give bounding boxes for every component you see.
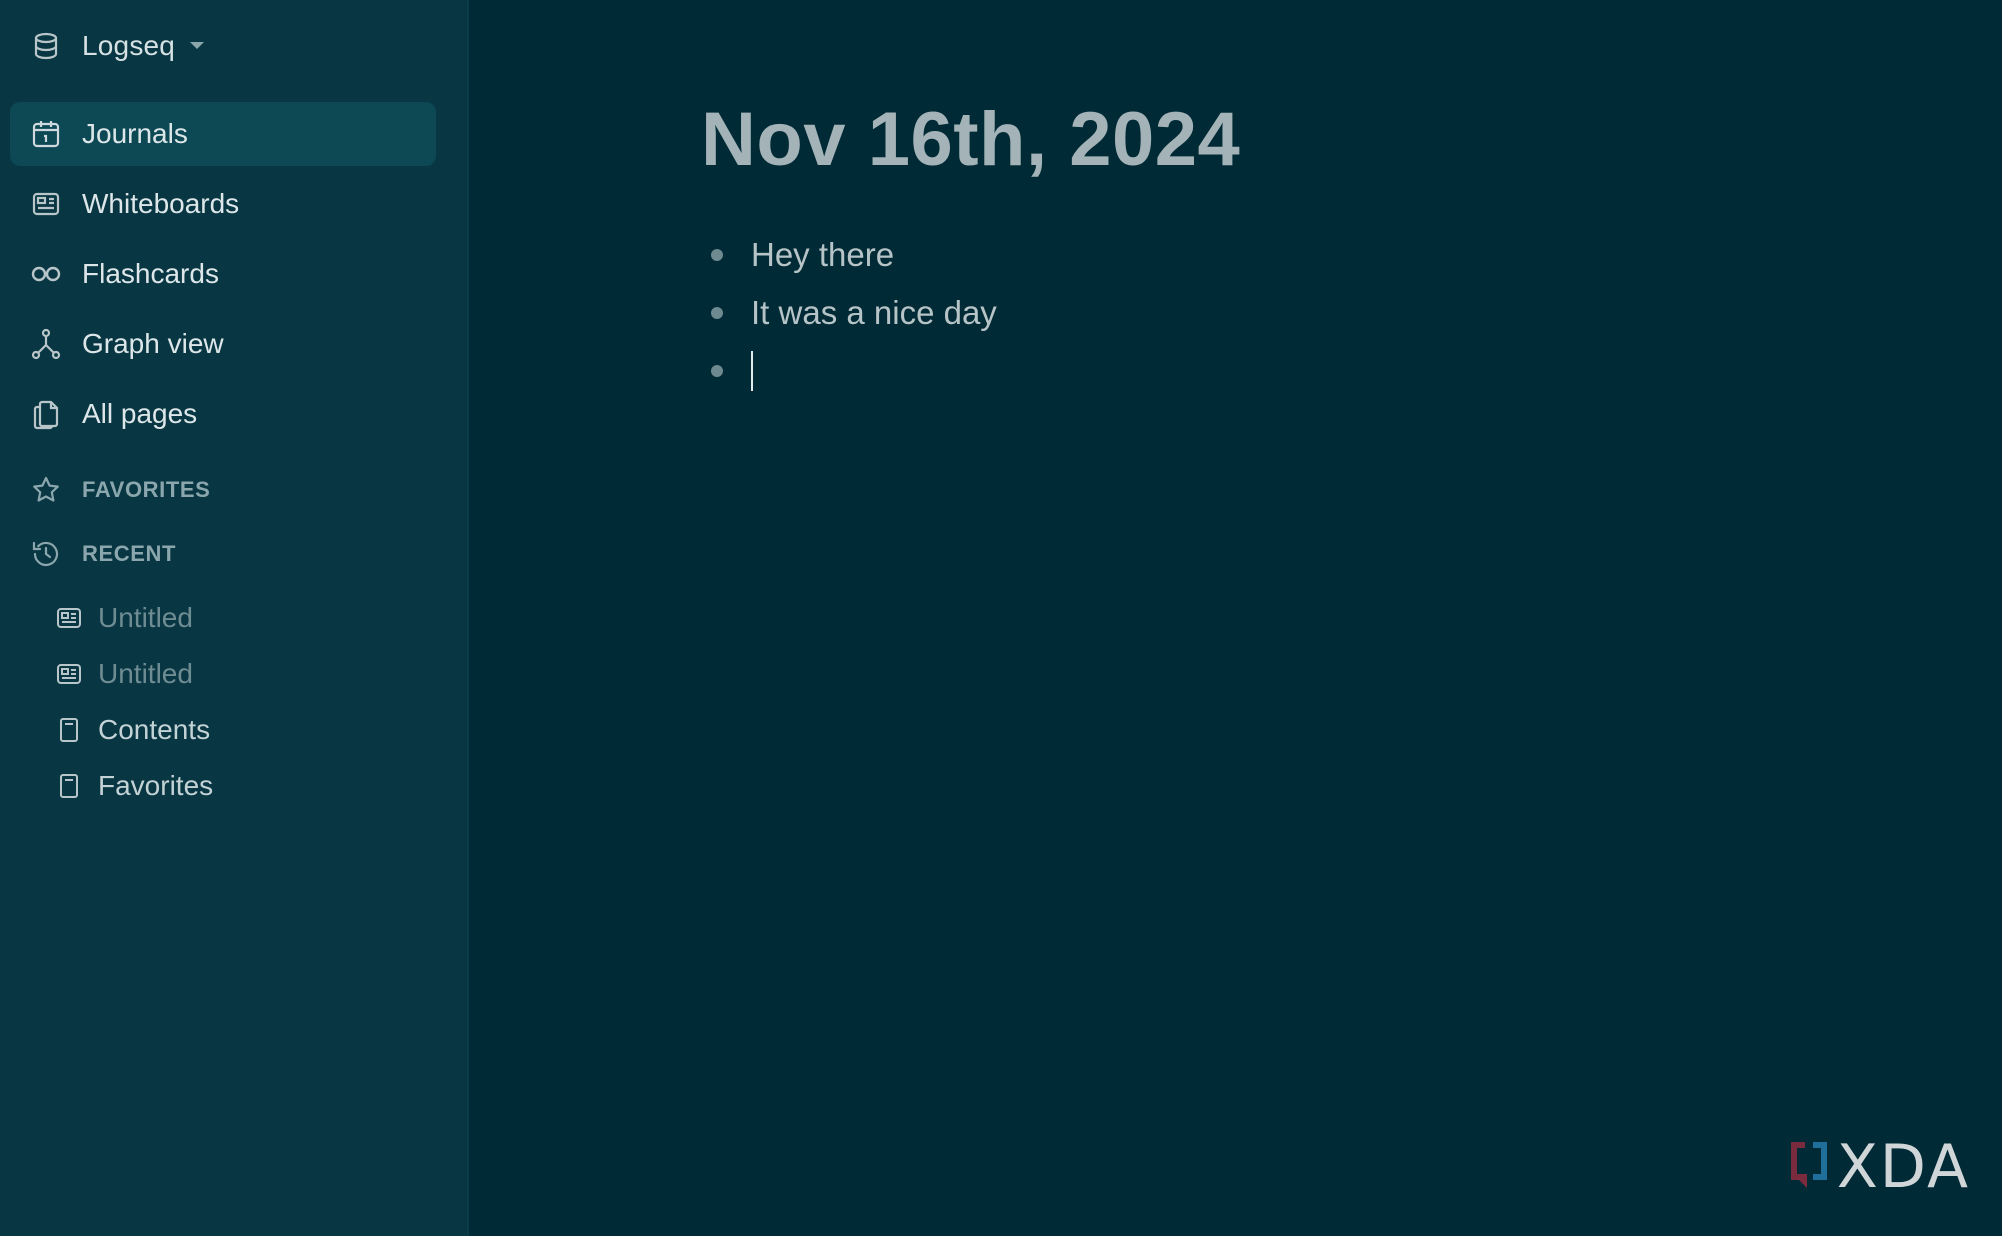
calendar-icon — [28, 116, 64, 152]
sidebar-item-label: Graph view — [82, 328, 224, 359]
block-editing[interactable] — [711, 342, 997, 400]
history-icon — [28, 536, 64, 572]
block-bullet[interactable] — [711, 249, 723, 261]
sidebar-item-journals[interactable]: Journals — [10, 102, 436, 166]
sidebar-item-label: Journals — [82, 118, 188, 149]
page-icon — [54, 715, 84, 745]
whiteboard-icon — [54, 659, 84, 689]
sidebar-nav: Journals Whiteboards Flashcards Graph vi… — [10, 102, 436, 452]
recent-item-label: Contents — [98, 714, 211, 745]
graph-name: Logseq — [82, 30, 176, 61]
star-icon — [28, 472, 64, 508]
block-bullet[interactable] — [711, 307, 723, 319]
xda-logo-icon — [1787, 1136, 1831, 1199]
recent-item-label: Untitled — [98, 602, 193, 633]
block[interactable]: Hey there — [711, 226, 997, 284]
recent-item-label: Untitled — [98, 658, 193, 689]
sidebar-item-whiteboards[interactable]: Whiteboards — [10, 172, 436, 236]
recent-item-untitled-1[interactable]: Untitled — [54, 590, 434, 646]
block-content[interactable]: Hey there — [751, 235, 894, 275]
infinity-icon — [28, 256, 64, 292]
block-list: Hey there It was a nice day — [711, 226, 997, 400]
database-icon — [28, 28, 64, 64]
recent-item-favorites[interactable]: Favorites — [54, 758, 434, 814]
left-sidebar: Logseq Journals Whiteboards Flashcards G… — [0, 0, 469, 1236]
block-content[interactable]: It was a nice day — [751, 293, 997, 333]
sidebar-item-label: Flashcards — [82, 258, 219, 289]
recent-label: RECENT — [82, 541, 177, 566]
page-icon — [54, 771, 84, 801]
recent-item-contents[interactable]: Contents — [54, 702, 434, 758]
sidebar-item-label: Whiteboards — [82, 188, 240, 219]
recent-section-header[interactable]: RECENT — [28, 530, 176, 578]
graph-switcher[interactable]: Logseq — [28, 22, 207, 70]
block-bullet[interactable] — [711, 365, 723, 377]
pages-icon — [28, 396, 64, 432]
journal-main: Nov 16th, 2024 Hey there It was a nice d… — [471, 0, 2002, 1236]
whiteboard-icon — [54, 603, 84, 633]
favorites-section-header[interactable]: FAVORITES — [28, 466, 210, 514]
sidebar-item-flashcards[interactable]: Flashcards — [10, 242, 436, 306]
recent-list: Untitled Untitled Contents Favorites — [54, 590, 434, 814]
recent-item-untitled-2[interactable]: Untitled — [54, 646, 434, 702]
sidebar-item-all-pages[interactable]: All pages — [10, 382, 436, 446]
text-cursor — [751, 351, 753, 391]
favorites-label: FAVORITES — [82, 477, 211, 502]
sidebar-item-graph-view[interactable]: Graph view — [10, 312, 436, 376]
block[interactable]: It was a nice day — [711, 284, 997, 342]
graph-icon — [28, 326, 64, 362]
journal-page-title[interactable]: Nov 16th, 2024 — [701, 96, 1240, 183]
caret-down-icon — [189, 40, 207, 52]
xda-watermark: XDA — [1787, 1132, 1970, 1202]
watermark-text: XDA — [1836, 1132, 1970, 1202]
recent-item-label: Favorites — [98, 770, 214, 801]
whiteboard-icon — [28, 186, 64, 222]
sidebar-item-label: All pages — [82, 398, 198, 429]
